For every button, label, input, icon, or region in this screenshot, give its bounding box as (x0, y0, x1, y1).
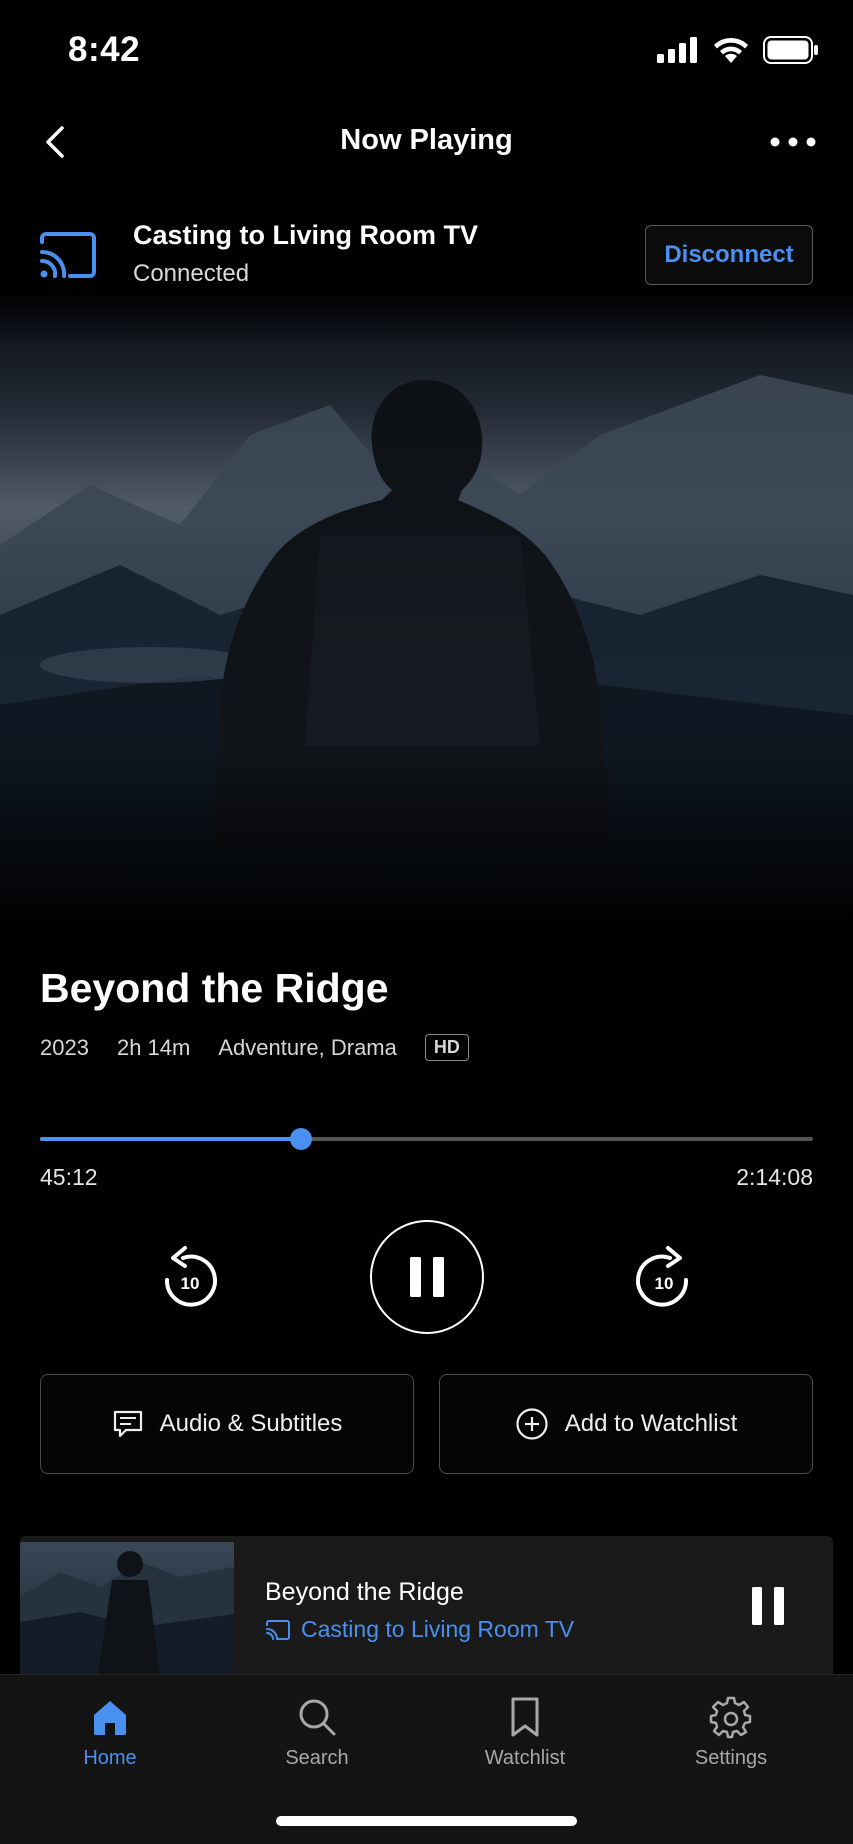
forward-10-icon[interactable]: 10 (630, 1242, 700, 1312)
tab-settings-label: Settings (694, 1747, 768, 1769)
progress-slider[interactable] (40, 1126, 813, 1152)
hero-artwork (0, 285, 853, 985)
tab-home-label: Home (83, 1747, 137, 1769)
bookmark-icon (511, 1697, 539, 1737)
movie-meta: 2023 2h 14m Adventure, Drama HD (40, 1034, 469, 1061)
plus-circle-icon (516, 1408, 548, 1440)
movie-title: Beyond the Ridge (40, 965, 389, 1011)
mini-player-cast-label: Casting to Living Room TV (301, 1616, 575, 1642)
search-icon (299, 1699, 336, 1736)
quality-badge: HD (424, 1034, 469, 1061)
pause-icon (410, 1257, 444, 1297)
play-pause-button[interactable] (370, 1220, 484, 1334)
disconnect-button[interactable]: Disconnect (645, 225, 813, 285)
signal-icon (657, 37, 697, 63)
mini-pause-icon[interactable] (751, 1586, 785, 1626)
time-total: 2:14:08 (736, 1164, 813, 1190)
status-icons (657, 36, 819, 64)
movie-genres: Adventure, Drama (218, 1034, 397, 1060)
audio-subtitles-button[interactable]: Audio & Subtitles (40, 1374, 414, 1474)
subtitles-icon (113, 1410, 142, 1438)
more-options-icon[interactable] (769, 132, 817, 152)
status-bar: 8:42 (0, 0, 853, 100)
time-elapsed: 45:12 (40, 1164, 98, 1190)
tab-search-label: Search (285, 1747, 349, 1769)
mini-player[interactable]: Beyond the Ridge Casting to Living Room … (20, 1536, 833, 1674)
rewind-10-icon[interactable]: 10 (153, 1242, 223, 1312)
forward-seconds: 10 (655, 1274, 674, 1293)
movie-year: 2023 (40, 1034, 89, 1060)
cast-status-row: Casting to Living Room TV Connected Disc… (0, 218, 853, 298)
tab-watchlist[interactable]: Watchlist (450, 1695, 600, 1770)
battery-icon (763, 36, 818, 64)
playback-controls: 10 10 (0, 1220, 853, 1334)
cast-title: Casting to Living Room TV (133, 220, 478, 250)
cast-connection-status: Connected (133, 260, 250, 287)
mini-player-title: Beyond the Ridge (265, 1578, 464, 1606)
add-watchlist-button[interactable]: Add to Watchlist (439, 1374, 813, 1474)
nav-bar: Now Playing (0, 110, 853, 176)
home-indicator (276, 1816, 577, 1826)
tab-settings[interactable]: Settings (656, 1695, 806, 1770)
tab-watchlist-label: Watchlist (484, 1747, 566, 1769)
mini-player-cast-status: Casting to Living Room TV (265, 1616, 574, 1643)
cast-small-icon (266, 1619, 290, 1640)
cast-icon (40, 232, 96, 278)
home-icon (94, 1701, 126, 1735)
progress-thumb[interactable] (289, 1128, 312, 1150)
mini-player-thumbnail (20, 1542, 234, 1674)
tab-home[interactable]: Home (35, 1695, 185, 1770)
rewind-seconds: 10 (181, 1274, 200, 1293)
movie-duration: 2h 14m (116, 1034, 191, 1060)
tab-search[interactable]: Search (242, 1695, 392, 1770)
status-time: 8:42 (68, 30, 141, 69)
page-title: Now Playing (340, 124, 513, 156)
progress-fill (40, 1137, 301, 1141)
audio-subtitles-label: Audio & Subtitles (159, 1410, 343, 1437)
add-watchlist-label: Add to Watchlist (564, 1410, 738, 1437)
gear-icon (709, 1696, 752, 1739)
wifi-icon (714, 37, 748, 63)
